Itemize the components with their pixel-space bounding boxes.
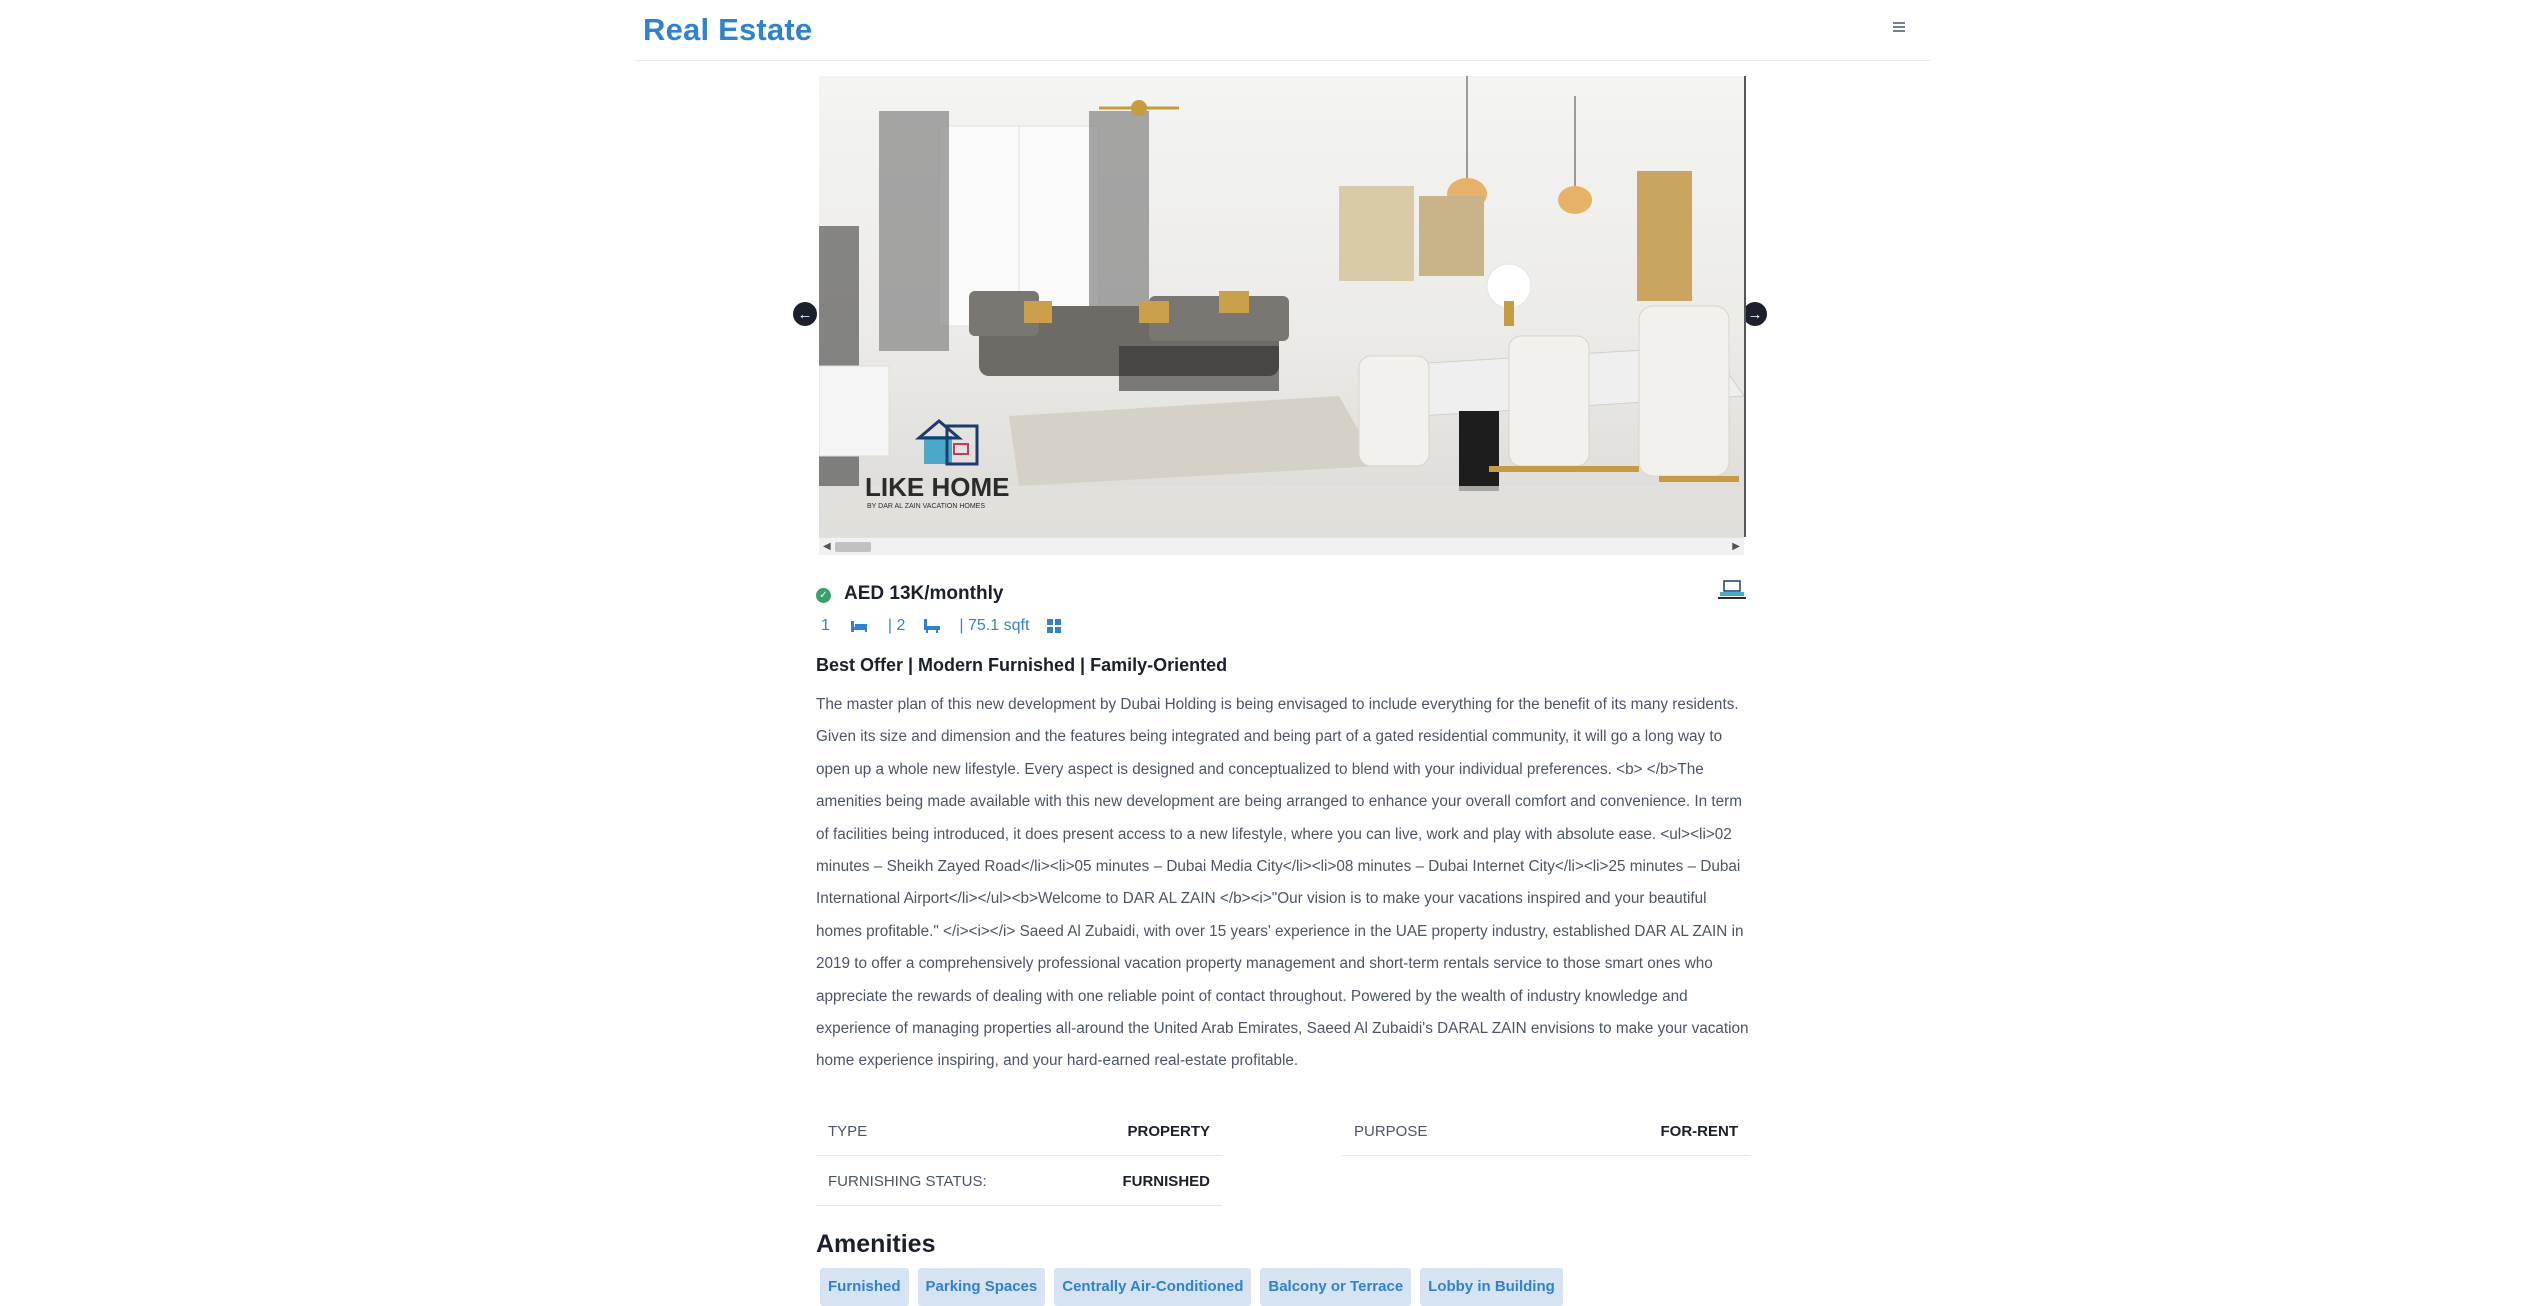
amenity-chip[interactable]: Lobby in Building [1420, 1268, 1563, 1306]
furnishing-value: FURNISHED [1122, 1173, 1210, 1190]
amenities-heading: Amenities [816, 1230, 936, 1258]
hamburger-icon [1893, 22, 1905, 32]
agency-logo-icon [1718, 580, 1746, 599]
image-carousel[interactable]: LIKE HOME BY DAR AL ZAIN VACATION HOMES … [819, 76, 1746, 558]
amenity-chip[interactable]: Balcony or Terrace [1260, 1268, 1412, 1306]
property-photo: LIKE HOME BY DAR AL ZAIN VACATION HOMES [819, 76, 1746, 537]
scroll-right-icon[interactable]: ▶ [1732, 541, 1740, 553]
verified-check-icon: ✓ [816, 588, 831, 603]
info-row-purpose: PURPOSE FOR-RENT [1342, 1108, 1750, 1156]
listing-description: The master plan of this new development … [816, 696, 1749, 1070]
brand-logo[interactable]: Real Estate [643, 12, 812, 48]
info-row-furnishing: FURNISHING STATUS: FURNISHED [816, 1158, 1222, 1206]
type-value: PROPERTY [1127, 1123, 1210, 1140]
info-row-type: TYPE PROPERTY [816, 1108, 1222, 1156]
listing-meta: 1 | 2 | 75.1 sqft [821, 617, 1062, 635]
carousel-next-button[interactable]: → [1743, 302, 1767, 326]
svg-text:LIKE HOME: LIKE HOME [865, 472, 1009, 502]
amenity-chip[interactable]: Parking Spaces [917, 1268, 1046, 1306]
listing-price: AED 13K/monthly [844, 583, 1004, 604]
navbar: Real Estate [636, 0, 1930, 61]
grid-icon [1047, 619, 1062, 633]
baths-count: | 2 [887, 617, 906, 634]
amenities-list: Furnished Parking Spaces Centrally Air-C… [820, 1268, 1563, 1306]
svg-text:BY DAR AL ZAIN VACATION HOMES: BY DAR AL ZAIN VACATION HOMES [867, 503, 985, 510]
living-room-illustration: LIKE HOME BY DAR AL ZAIN VACATION HOMES [819, 76, 1744, 537]
carousel-scrollbar[interactable]: ◀ ▶ [819, 537, 1744, 555]
scroll-left-icon[interactable]: ◀ [823, 541, 831, 553]
purpose-label: PURPOSE [1354, 1123, 1428, 1140]
carousel-prev-button[interactable]: ← [793, 302, 817, 326]
bed-icon [850, 621, 867, 632]
arrow-left-icon: ← [797, 305, 813, 323]
menu-button[interactable] [1888, 16, 1910, 38]
type-label: TYPE [828, 1123, 868, 1140]
arrow-right-icon: → [1747, 305, 1763, 323]
rooms-count: 1 [821, 617, 830, 634]
scroll-thumb[interactable] [835, 542, 871, 552]
bath-icon [924, 619, 941, 633]
amenity-chip[interactable]: Furnished [820, 1268, 909, 1306]
furnishing-label: FURNISHING STATUS: [828, 1173, 987, 1190]
area-size: | 75.1 sqft [959, 617, 1030, 634]
amenity-chip[interactable]: Centrally Air-Conditioned [1054, 1268, 1252, 1306]
purpose-value: FOR-RENT [1660, 1123, 1739, 1140]
listing-title: Best Offer | Modern Furnished | Family-O… [816, 655, 1228, 675]
